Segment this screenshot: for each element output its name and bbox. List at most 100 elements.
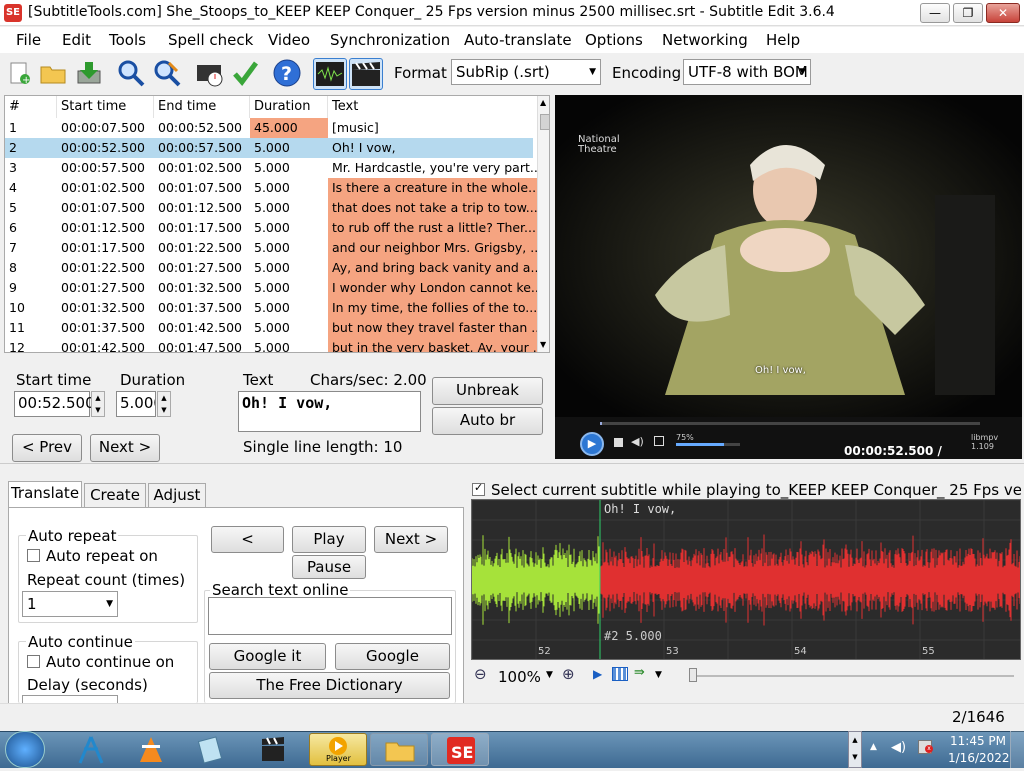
show-desktop-button[interactable] <box>1010 731 1024 768</box>
repeat-count-select[interactable]: 1 ▼ <box>22 591 118 617</box>
table-row[interactable]: 6 00:01:12.500 00:01:17.500 5.000 to rub off… <box>5 218 537 238</box>
zoom-level[interactable]: 100% <box>498 668 541 686</box>
auto-break-button[interactable]: Auto br <box>432 407 543 435</box>
volume-slider[interactable] <box>676 443 740 446</box>
column-header-duration[interactable]: Duration <box>250 96 328 118</box>
chevron-down-icon[interactable]: ▼ <box>655 670 662 680</box>
video-toggle-icon[interactable] <box>349 58 383 90</box>
encoding-select[interactable]: UTF-8 with BOM ▼ <box>683 59 811 85</box>
menu-options[interactable]: Options <box>585 31 643 49</box>
waveform-panel[interactable]: Oh! I vow, #2 5.000 52 53 54 55 <box>471 499 1021 660</box>
scroll-up-icon[interactable]: ▲ <box>540 98 546 107</box>
play-waveform-icon[interactable]: ▶ <box>593 667 602 681</box>
menu-tools[interactable]: Tools <box>109 31 146 49</box>
find-icon[interactable] <box>116 58 146 88</box>
minimize-button[interactable]: — <box>920 3 950 23</box>
start-time-input[interactable]: 00:52.500 <box>14 391 95 417</box>
vlc-icon[interactable] <box>122 733 180 766</box>
new-file-icon[interactable]: + <box>4 58 34 88</box>
table-row[interactable]: 7 00:01:17.500 00:01:22.500 5.000 and our ne… <box>5 238 537 258</box>
spell-check-icon[interactable] <box>230 58 260 88</box>
menu-edit[interactable]: Edit <box>62 31 91 49</box>
menu-file[interactable]: File <box>16 31 41 49</box>
play-button[interactable]: ▶ <box>580 432 604 456</box>
delay-select[interactable] <box>22 695 118 703</box>
show-hidden-icons[interactable]: ▲ <box>870 742 877 752</box>
volume-icon[interactable]: ◀) <box>631 435 644 448</box>
menu-synchronization[interactable]: Synchronization <box>330 31 450 49</box>
translate-prev-button[interactable]: < <box>211 526 284 553</box>
duration-input[interactable]: 5.000 <box>116 391 156 417</box>
zoom-out-icon[interactable]: ⊖ <box>474 665 487 683</box>
clapperboard-icon[interactable] <box>244 733 302 766</box>
clock-time[interactable]: 11:45 PM <box>950 734 1006 748</box>
volume-tray-icon[interactable]: ◀) <box>891 740 906 755</box>
start-orb-icon[interactable] <box>5 731 45 768</box>
close-button[interactable]: ✕ <box>986 3 1020 23</box>
free-dictionary-button[interactable]: The Free Dictionary <box>209 672 450 699</box>
column-header-start-time[interactable]: Start time <box>57 96 154 118</box>
format-select[interactable]: SubRip (.srt) ▼ <box>451 59 601 85</box>
start-time-spinner[interactable]: ▲ ▼ <box>91 391 105 417</box>
chevron-down-icon[interactable]: ▼ <box>546 670 553 680</box>
taskbar-scroll[interactable]: ▲ ▼ <box>848 731 862 768</box>
grid-waveform-icon[interactable] <box>612 667 628 681</box>
maximize-button[interactable]: ❐ <box>953 3 983 23</box>
grid-scrollbar[interactable]: ▲ ▼ <box>537 96 549 352</box>
google-translate-button[interactable]: Google <box>335 643 450 670</box>
toolkit-icon[interactable] <box>62 733 120 766</box>
menu-help[interactable]: Help <box>766 31 800 49</box>
explorer-icon[interactable] <box>370 733 428 766</box>
waveform-graph[interactable] <box>472 500 1021 660</box>
table-row[interactable]: 12 00:01:42.500 00:01:47.500 5.000 but in th… <box>5 338 537 352</box>
duration-spinner[interactable]: ▲ ▼ <box>157 391 171 417</box>
waveform-position-thumb[interactable] <box>689 668 697 682</box>
table-row[interactable]: 10 00:01:32.500 00:01:37.500 5.000 In my tim… <box>5 298 537 318</box>
google-it-button[interactable]: Google it <box>209 643 326 670</box>
table-row[interactable]: 3 00:00:57.500 00:01:02.500 5.000 Mr. Hardca… <box>5 158 537 178</box>
tab-translate[interactable]: Translate <box>8 481 82 508</box>
table-row[interactable]: 5 00:01:07.500 00:01:12.500 5.000 that does … <box>5 198 537 218</box>
video-progress-track[interactable] <box>600 422 980 425</box>
table-row[interactable]: 8 00:01:22.500 00:01:27.500 5.000 Ay, and br… <box>5 258 537 278</box>
select-current-subtitle-checkbox[interactable]: ✓ <box>472 481 485 496</box>
column-header-number[interactable]: # <box>5 96 57 118</box>
tab-create[interactable]: Create <box>84 483 146 507</box>
scrollbar-thumb[interactable] <box>540 114 549 130</box>
search-online-input[interactable] <box>208 597 452 635</box>
translate-play-button[interactable]: Play <box>292 526 366 553</box>
menu-auto-translate[interactable]: Auto-translate <box>464 31 572 49</box>
visual-sync-icon[interactable] <box>194 58 224 88</box>
player-icon[interactable]: Player <box>309 733 367 766</box>
notepad-icon[interactable] <box>182 733 240 766</box>
table-row[interactable]: 4 00:01:02.500 00:01:07.500 5.000 Is there a… <box>5 178 537 198</box>
translate-pause-button[interactable]: Pause <box>292 555 366 579</box>
table-row[interactable]: 11 00:01:37.500 00:01:42.500 5.000 but now t… <box>5 318 537 338</box>
network-tray-icon[interactable]: x <box>918 740 933 754</box>
auto-repeat-checkbox[interactable] <box>27 549 40 562</box>
table-row[interactable]: 9 00:01:27.500 00:01:32.500 5.000 I wonder w… <box>5 278 537 298</box>
scroll-down-icon[interactable]: ▼ <box>540 340 546 349</box>
menu-video[interactable]: Video <box>268 31 310 49</box>
fast-forward-icon[interactable]: ⇛ <box>634 665 645 680</box>
waveform-toggle-icon[interactable] <box>313 58 347 90</box>
stop-icon[interactable] <box>614 438 623 447</box>
next-button[interactable]: Next > <box>90 434 160 462</box>
save-icon[interactable] <box>74 58 104 88</box>
menu-spell-check[interactable]: Spell check <box>168 31 253 49</box>
waveform-position-track[interactable] <box>690 675 1014 677</box>
clock-date[interactable]: 1/16/2022 <box>948 751 1010 765</box>
video-player[interactable]: National Theatre Oh! I vow, ▶ ◀) 75% lib… <box>555 95 1022 459</box>
table-row[interactable]: 1 00:00:07.500 00:00:52.500 45.000 [music] <box>5 118 533 138</box>
replace-icon[interactable] <box>152 58 182 88</box>
subtitle-text-input[interactable]: Oh! I vow, <box>238 391 421 432</box>
open-folder-icon[interactable] <box>38 58 68 88</box>
tab-adjust[interactable]: Adjust <box>148 483 206 507</box>
unbreak-button[interactable]: Unbreak <box>432 377 543 405</box>
auto-continue-checkbox[interactable] <box>27 655 40 668</box>
zoom-in-icon[interactable]: ⊕ <box>562 665 575 683</box>
column-header-text[interactable]: Text <box>328 96 537 118</box>
help-icon[interactable]: ? <box>272 58 302 88</box>
menu-networking[interactable]: Networking <box>662 31 748 49</box>
subtitle-edit-app-icon[interactable]: SE <box>4 4 22 22</box>
